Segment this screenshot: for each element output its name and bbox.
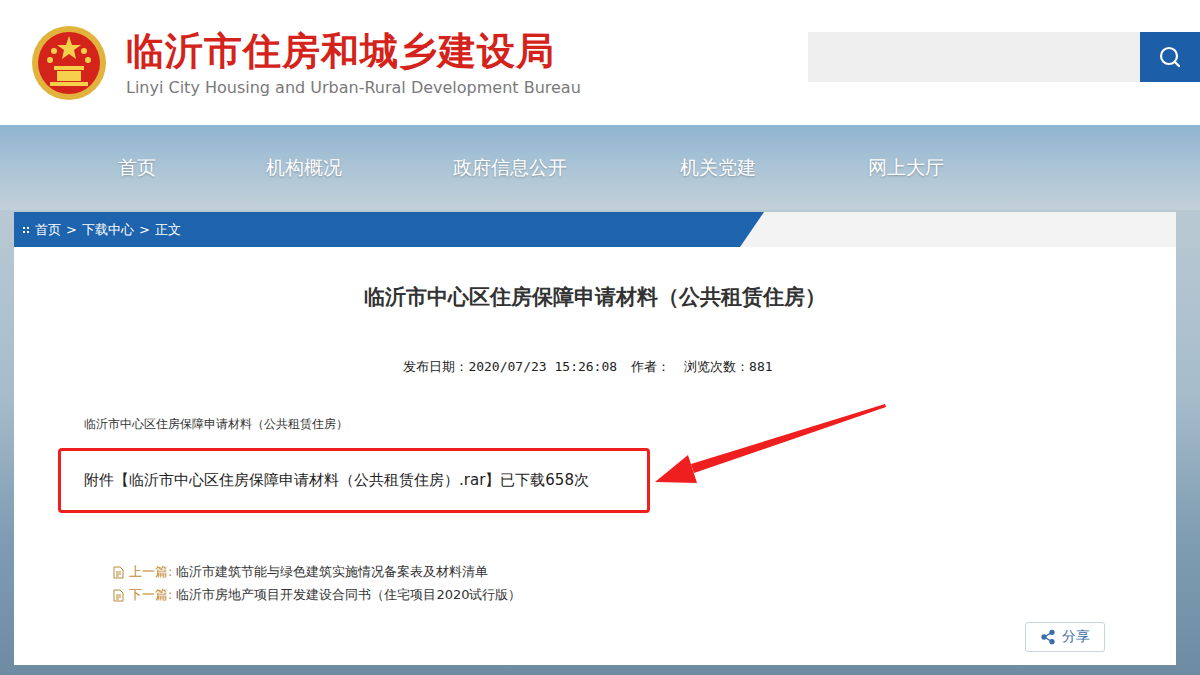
breadcrumb-item[interactable]: 首页 xyxy=(35,221,61,239)
article-title: 临沂市中心区住房保障申请材料（公共租赁住房） xyxy=(14,284,1176,310)
link-title[interactable]: 临沂市建筑节能与绿色建筑实施情况备案表及材料清单 xyxy=(176,563,488,581)
content-panel: 首页 > 下载中心 > 正文临沂市中心区住房保障申请材料（公共租赁住房） 发布日期：202… xyxy=(14,212,1176,665)
attachment-box: 附件【临沂市中心区住房保障申请材料（公共租赁住房）.rar】已下载658次 xyxy=(58,448,650,513)
dots-icon xyxy=(22,226,30,234)
nav-item[interactable]: 首页 xyxy=(118,155,266,181)
search-input[interactable] xyxy=(808,32,1140,82)
document-icon xyxy=(112,589,125,602)
document-icon xyxy=(112,566,125,579)
nav-item[interactable]: 机构概况 xyxy=(266,155,453,181)
breadcrumb: 首页 > 下载中心 > 正文 xyxy=(14,212,764,247)
breadcrumb-item[interactable]: 下载中心 xyxy=(82,221,134,239)
search-button[interactable] xyxy=(1140,32,1200,82)
link-label: 上一篇: xyxy=(129,563,172,581)
article-link-row: 下一篇:临沂市房地产项目开发建设合同书（住宅项目2020试行版） xyxy=(112,586,1176,604)
brand-text: 临沂市住房和城乡建设局 Linyi City Housing and Urban-… xyxy=(126,28,581,98)
brand[interactable]: 临沂市住房和城乡建设局 Linyi City Housing and Urban-… xyxy=(30,24,581,102)
nav-item[interactable]: 政府信息公开 xyxy=(453,155,680,181)
breadcrumb-bar: 首页 > 下载中心 > 正文 xyxy=(14,212,1176,247)
breadcrumb-separator: > xyxy=(139,222,150,237)
article-body: 临沂市中心区住房保障申请材料（公共租赁住房） xyxy=(84,416,1176,432)
emblem-icon xyxy=(30,24,108,102)
main-area: 首页 > 下载中心 > 正文临沂市中心区住房保障申请材料（公共租赁住房） 发布日期：202… xyxy=(0,210,1200,675)
site-subtitle: Linyi City Housing and Urban-Rural Devel… xyxy=(126,78,581,98)
breadcrumb-separator: > xyxy=(66,222,77,237)
meta-item: 发布日期：2020/07/23 15:26:08 xyxy=(403,358,617,376)
share-row: 分享 xyxy=(14,622,1176,652)
article-links: 上一篇:临沂市建筑节能与绿色建筑实施情况备案表及材料清单下一篇:临沂市房地产项目… xyxy=(112,563,1176,604)
share-icon xyxy=(1040,629,1056,645)
article-link-row: 上一篇:临沂市建筑节能与绿色建筑实施情况备案表及材料清单 xyxy=(112,563,1176,581)
search-icon xyxy=(1158,45,1182,69)
nav-bar: 首页机构概况政府信息公开机关党建网上大厅 xyxy=(0,125,1200,210)
article: 临沂市中心区住房保障申请材料（公共租赁住房） 发布日期：2020/07/23 15… xyxy=(14,247,1176,652)
attachment-link[interactable]: 附件【临沂市中心区住房保障申请材料（公共租赁住房）.rar】已下载658次 xyxy=(84,471,589,490)
article-meta: 发布日期：2020/07/23 15:26:08 作者： 浏览次数：881 xyxy=(14,358,1176,376)
nav-item[interactable]: 网上大厅 xyxy=(868,155,988,181)
site-title: 临沂市住房和城乡建设局 xyxy=(126,28,581,74)
nav-item[interactable]: 机关党建 xyxy=(680,155,868,181)
header: 临沂市住房和城乡建设局 Linyi City Housing and Urban-… xyxy=(0,0,1200,125)
link-label: 下一篇: xyxy=(129,586,172,604)
breadcrumb-item[interactable]: 正文 xyxy=(155,221,181,239)
link-title[interactable]: 临沂市房地产项目开发建设合同书（住宅项目2020试行版） xyxy=(176,586,521,604)
share-button[interactable]: 分享 xyxy=(1025,622,1105,652)
page: 临沂市住房和城乡建设局 Linyi City Housing and Urban-… xyxy=(0,0,1200,675)
search-box xyxy=(808,32,1200,82)
annotation-arrow xyxy=(14,212,1176,675)
meta-item: 作者： xyxy=(631,358,670,376)
meta-item: 浏览次数：881 xyxy=(684,358,772,376)
